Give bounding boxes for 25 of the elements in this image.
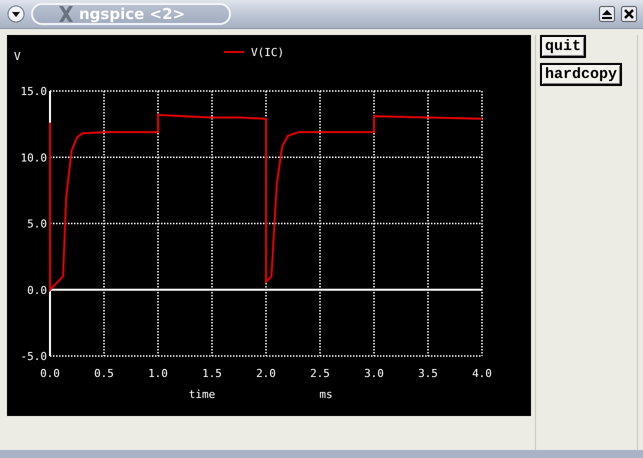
y-axis-label: V: [14, 50, 21, 63]
command-button[interactable]: quit: [540, 35, 586, 58]
x-tick-label: 1.5: [202, 367, 222, 380]
menu-icon[interactable]: [7, 5, 25, 23]
x-axis-label: time: [188, 388, 216, 401]
x-tick-label: 0.0: [40, 367, 60, 380]
y-tick-label: 5.0: [27, 218, 47, 230]
x-tick-label: 3.0: [364, 367, 384, 380]
y-tick-label: 15.0: [20, 85, 47, 98]
window-title: ngspice <2>: [79, 5, 186, 23]
legend-label: V(IC): [251, 46, 284, 59]
x-logo-icon: [57, 5, 75, 23]
shade-icon[interactable]: [599, 6, 615, 22]
close-icon[interactable]: [621, 6, 637, 22]
x-unit-label: ms: [319, 388, 333, 401]
x-tick-label: 2.0: [256, 367, 276, 380]
y-tick-label: -5.0: [20, 350, 47, 363]
x-tick-label: 0.5: [94, 367, 114, 380]
y-tick-label: 10.0: [20, 151, 47, 164]
x-tick-label: 3.5: [418, 367, 438, 380]
command-button[interactable]: hardcopy: [540, 63, 622, 86]
x-tick-label: 1.0: [148, 367, 168, 380]
x-tick-label: 4.0: [472, 367, 492, 380]
x-tick-label: 2.5: [310, 367, 330, 380]
y-tick-label: 0.0: [27, 284, 47, 297]
